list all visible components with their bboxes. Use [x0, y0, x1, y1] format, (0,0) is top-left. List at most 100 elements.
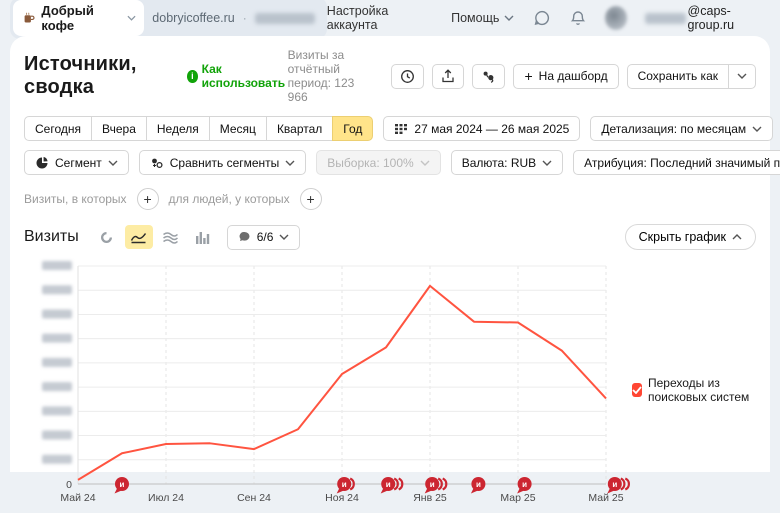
page-title: Источники, сводка [24, 53, 175, 99]
y-tick-label-redacted [42, 358, 72, 367]
stacked-area-chart-icon[interactable] [157, 225, 185, 249]
tab-month[interactable]: Месяц [209, 116, 267, 141]
y-tick-label-redacted [42, 382, 72, 391]
x-tick-label: Июл 24 [148, 492, 184, 504]
period-row: Сегодня Вчера Неделя Месяц Квартал Год 2… [24, 116, 756, 141]
segment-dropdown[interactable]: Сегмент [24, 150, 129, 175]
annotation-marker[interactable]: и [115, 477, 130, 494]
line-chart-icon[interactable] [125, 225, 153, 249]
x-tick-label: Май 24 [60, 492, 95, 504]
compare-segments-dropdown[interactable]: Сравнить сегменты [139, 150, 307, 175]
counter-id-redacted [255, 13, 315, 24]
y-tick-label-redacted [42, 309, 72, 318]
coffee-cup-icon [21, 10, 35, 26]
y-tick-label-redacted [42, 431, 72, 440]
segment-pie-icon [35, 156, 49, 170]
counter-selector: Добрый кофе dobryicoffee.ru · [10, 0, 327, 39]
svg-text:и: и [430, 480, 435, 489]
save-as-split-button: Сохранить как [627, 64, 756, 89]
check-icon [632, 386, 642, 394]
chevron-down-icon [108, 160, 118, 166]
chevron-down-icon [285, 160, 295, 166]
attribution-dropdown[interactable]: Атрибуция: Последний значимый переход кд [573, 150, 780, 175]
plus-icon: + [524, 68, 532, 84]
history-button[interactable] [391, 64, 424, 89]
tab-today[interactable]: Сегодня [24, 116, 92, 141]
chart-type-switcher [93, 225, 217, 249]
add-to-dashboard-button[interactable]: + На дашборд [513, 64, 618, 89]
segment-label: Сегмент [55, 156, 102, 170]
hide-chart-label: Скрыть график [639, 230, 726, 244]
counter-domain[interactable]: dobryicoffee.ru [152, 11, 234, 25]
x-tick-label: Ноя 24 [325, 492, 359, 504]
add-to-dashboard-label: На дашборд [539, 69, 608, 83]
column-chart-icon[interactable] [189, 225, 217, 249]
y-tick-label-redacted [42, 285, 72, 294]
date-range-label: 27 мая 2024 — 26 мая 2025 [414, 122, 569, 136]
annotation-marker[interactable]: и [471, 477, 486, 494]
legend-item-search-traffic[interactable]: Переходы из поисковых систем [632, 376, 756, 404]
donut-chart-icon[interactable] [93, 225, 121, 249]
tab-year[interactable]: Год [332, 116, 373, 141]
detalization-dropdown[interactable]: Детализация: по месяцам [590, 116, 773, 141]
chevron-down-icon [737, 73, 747, 79]
add-people-condition-button[interactable]: + [300, 188, 322, 210]
account-settings-link[interactable]: Настройка аккаунта [327, 4, 433, 32]
hide-chart-button[interactable]: Скрыть график [625, 224, 756, 250]
email-domain: @caps-group.ru [688, 4, 770, 32]
separator-dot: · [243, 11, 247, 25]
speech-bubble-icon [238, 231, 251, 243]
svg-text:и: и [386, 480, 391, 489]
chevron-down-icon [542, 160, 552, 166]
legend-checkbox[interactable] [632, 383, 642, 397]
svg-text:и: и [120, 480, 125, 489]
period-tabs: Сегодня Вчера Неделя Месяц Квартал Год [24, 116, 373, 141]
bell-icon[interactable] [569, 8, 587, 28]
tab-quarter[interactable]: Квартал [266, 116, 333, 141]
how-to-use-link[interactable]: i Как использовать [187, 62, 287, 90]
tab-week[interactable]: Неделя [146, 116, 210, 141]
tab-yesterday[interactable]: Вчера [91, 116, 147, 141]
compare-reports-icon [481, 69, 496, 83]
x-tick-label: Мар 25 [500, 492, 535, 504]
attribution-label: Атрибуция: Последний значимый переход [584, 156, 780, 170]
chevron-down-icon [504, 15, 514, 21]
svg-text:и: и [612, 480, 617, 489]
user-email[interactable]: @caps-group.ru [645, 4, 770, 32]
visits-chart: 0Май 24Июл 24Сен 24Ноя 24Янв 25Мар 25Май… [24, 254, 756, 512]
segment-builder-row: Визиты, в которых + для людей, у которых… [24, 188, 756, 210]
metrics-count-dropdown[interactable]: 6/6 [227, 225, 301, 250]
how-to-use-label: Как использовать [202, 62, 288, 90]
report-card: Источники, сводка i Как использовать Виз… [10, 36, 770, 472]
compare-reports-button[interactable] [472, 64, 505, 89]
project-switcher[interactable]: Добрый кофе [13, 0, 144, 36]
sampling-label: Выборка: 100% [327, 156, 413, 170]
visits-in-which-label: Визиты, в которых [24, 192, 127, 206]
annotation-marker[interactable]: и [381, 477, 403, 494]
chevron-down-icon [127, 15, 136, 21]
svg-text:и: и [522, 480, 527, 489]
calendar-grid-icon [394, 122, 408, 135]
title-row: Источники, сводка i Как использовать Виз… [24, 48, 756, 104]
avatar[interactable] [605, 6, 627, 30]
help-label: Помощь [451, 11, 499, 25]
filter-row: Сегмент Сравнить сегменты Выборка: 100% … [24, 150, 756, 175]
y-tick-label-redacted [42, 406, 72, 415]
save-as-menu-button[interactable] [729, 64, 756, 89]
email-prefix-redacted [645, 13, 685, 24]
currency-dropdown[interactable]: Валюта: RUB [451, 150, 563, 175]
legend-label: Переходы из поисковых систем [648, 376, 756, 404]
clock-icon [400, 69, 415, 84]
export-button[interactable] [432, 64, 464, 89]
add-visit-condition-button[interactable]: + [137, 188, 159, 210]
chevron-down-icon [420, 160, 430, 166]
chat-icon[interactable] [532, 8, 550, 28]
export-icon [441, 69, 455, 84]
chart-title: Визиты [24, 228, 79, 246]
help-menu[interactable]: Помощь [451, 11, 514, 25]
save-as-button[interactable]: Сохранить как [627, 64, 729, 89]
visits-period-note: Визиты за отчётный период: 123 966 [288, 48, 378, 104]
svg-text:и: и [342, 480, 347, 489]
date-range-button[interactable]: 27 мая 2024 — 26 мая 2025 [383, 116, 580, 141]
y-tick-label-redacted [42, 334, 72, 343]
